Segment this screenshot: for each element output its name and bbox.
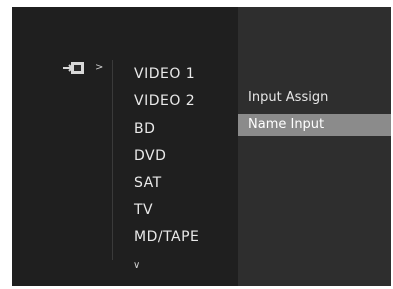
input-item-video-1[interactable]: VIDEO 1 <box>134 66 195 82</box>
input-item-tv[interactable]: TV <box>134 202 153 218</box>
submenu-pane <box>238 7 391 286</box>
list-divider <box>112 60 113 260</box>
chevron-down-icon[interactable]: ∨ <box>133 260 140 272</box>
input-item-video-2[interactable]: VIDEO 2 <box>134 93 195 109</box>
input-item-dvd[interactable]: DVD <box>134 148 166 164</box>
input-item-sat[interactable]: SAT <box>134 175 162 191</box>
chevron-right-icon: > <box>95 62 104 73</box>
input-item-md-tape[interactable]: MD/TAPE <box>134 229 199 245</box>
input-item-bd[interactable]: BD <box>134 121 155 137</box>
menu-item-name-input[interactable]: Name Input <box>238 114 391 136</box>
menu-item-input-assign[interactable]: Input Assign <box>238 87 391 109</box>
input-icon <box>63 62 84 74</box>
